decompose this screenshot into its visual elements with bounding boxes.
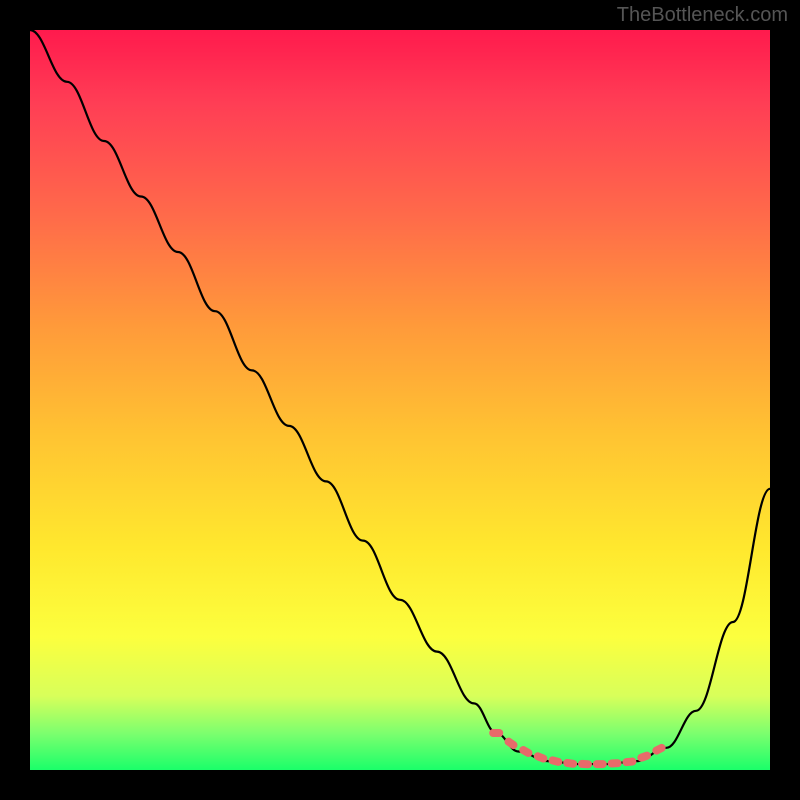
chart-svg [30,30,770,770]
watermark-text: TheBottleneck.com [617,4,788,27]
dotted-markers [489,729,667,768]
dotted-marker [607,759,621,768]
dotted-marker [622,757,637,766]
bottleneck-curve [30,30,770,764]
dotted-marker [578,760,592,769]
dotted-marker [563,758,578,768]
dotted-marker [489,729,503,737]
dotted-marker [593,760,607,768]
dotted-marker [548,756,564,767]
chart-plot-area [30,30,770,770]
